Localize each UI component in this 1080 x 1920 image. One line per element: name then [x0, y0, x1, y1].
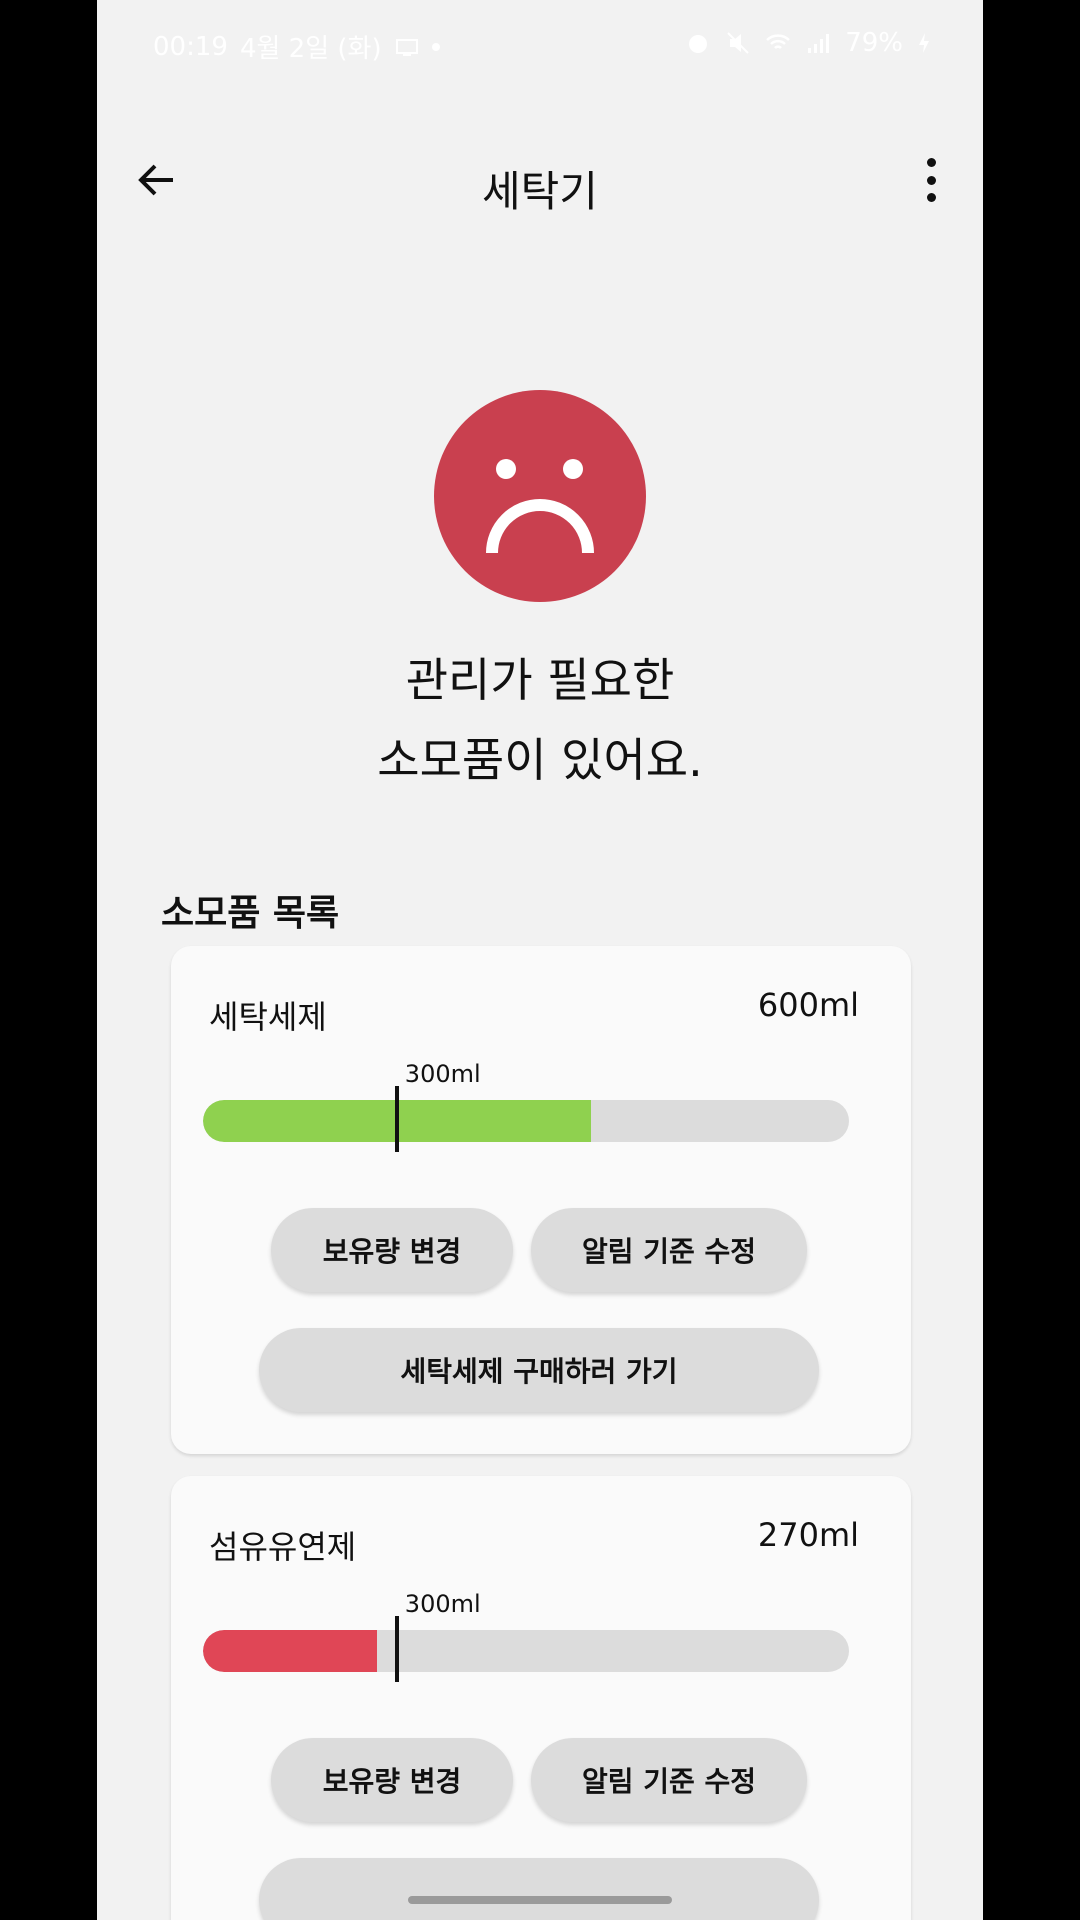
threshold-label: 300ml — [404, 1060, 481, 1088]
face-eye-left — [496, 459, 516, 479]
threshold-marker — [394, 1616, 399, 1682]
face-circle — [434, 390, 646, 602]
section-title: 소모품 목록 — [161, 893, 340, 934]
level-bar-fill — [203, 1630, 378, 1672]
consumable-amount: 270ml — [757, 1516, 859, 1554]
sad-face-icon — [434, 390, 646, 602]
more-vertical-icon — [926, 158, 936, 167]
status-right: 79% — [685, 28, 931, 58]
face-eye-right — [563, 459, 583, 479]
home-indicator[interactable] — [408, 1896, 672, 1904]
threshold-marker — [394, 1086, 399, 1152]
screen: 00:19 4월 2일 (화) 79% 세탁기 관리가 필요한 소모품이 있어요… — [97, 0, 983, 1920]
headline-line-2: 소모품이 있어요. — [377, 733, 703, 787]
consumable-card-detergent: 세탁세제 600ml 300ml 보유량 변경 알림 기준 수정 세탁세제 구매… — [171, 946, 911, 1454]
buy-button-partial[interactable] — [259, 1858, 819, 1920]
cast-icon — [394, 34, 420, 60]
level-bar — [203, 1100, 849, 1142]
change-amount-button[interactable]: 보유량 변경 — [271, 1738, 513, 1822]
headline-line-1: 관리가 필요한 — [405, 653, 675, 707]
more-options-button[interactable] — [921, 158, 941, 202]
battery-charging-icon — [917, 30, 931, 56]
app-bar: 세탁기 — [97, 140, 983, 220]
consumable-amount: 600ml — [757, 986, 859, 1024]
notification-dot-icon — [431, 42, 440, 51]
status-bar: 00:19 4월 2일 (화) 79% — [97, 0, 983, 90]
level-bar — [203, 1630, 849, 1672]
page-title: 세탁기 — [482, 167, 598, 216]
battery-percent: 79% — [845, 28, 903, 58]
more-dot — [926, 175, 936, 185]
buy-detergent-button[interactable]: 세탁세제 구매하러 가기 — [259, 1328, 819, 1412]
consumable-name: 세탁세제 — [209, 998, 327, 1036]
status-headline: 관리가 필요한 소모품이 있어요. — [97, 640, 983, 800]
edit-alert-button[interactable]: 알림 기준 수정 — [531, 1208, 807, 1292]
more-dot — [926, 193, 936, 202]
wifi-icon — [765, 30, 791, 56]
status-date: 4월 2일 (화) — [239, 34, 382, 64]
status-left: 00:19 4월 2일 (화) — [153, 28, 440, 65]
alarm-icon — [685, 30, 711, 56]
signal-icon — [805, 30, 831, 56]
change-amount-button[interactable]: 보유량 변경 — [271, 1208, 513, 1292]
threshold-label: 300ml — [404, 1590, 481, 1618]
status-time: 00:19 — [153, 31, 228, 62]
edit-alert-button[interactable]: 알림 기준 수정 — [531, 1738, 807, 1822]
consumable-name: 섬유유연제 — [209, 1528, 357, 1566]
mute-icon — [725, 30, 751, 56]
consumable-card-softener: 섬유유연제 270ml 300ml 보유량 변경 알림 기준 수정 — [171, 1476, 911, 1920]
